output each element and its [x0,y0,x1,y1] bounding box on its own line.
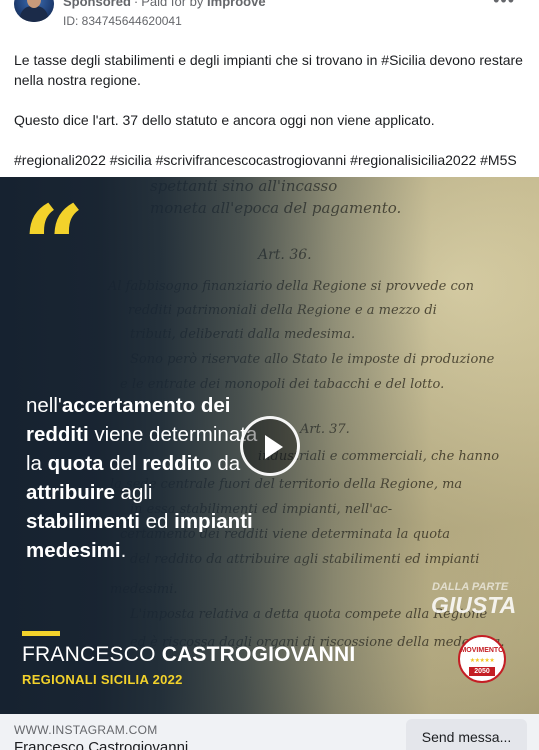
quote-segment: redditi [26,423,89,446]
quote-segment: quota [47,452,104,475]
link-footer[interactable]: WWW.INSTAGRAM.COM Francesco Castrogiovan… [0,714,539,750]
candidate-name: FRANCESCO CASTROGIOVANNI [22,643,355,667]
post-paragraph-2: Questo dice l'art. 37 dello statuto e an… [14,112,435,128]
payer-name[interactable]: Improove [207,0,266,9]
sponsored-label: Sponsored [63,0,131,9]
quote-segment: reddito [142,452,212,475]
link-title[interactable]: Francesco Castrogiovanni [14,739,188,750]
party-logo: MOVIMENTO ★★★★★ 2050 [458,635,506,683]
quote-mark-icon: “ [22,191,86,261]
quote-segment: da [211,452,241,475]
quote-segment: la [26,452,48,475]
quote-segment: ed [139,510,175,533]
quote-segment: impianti [174,510,253,533]
quote-line: stabilimenti ed impianti [26,507,326,536]
quote-segment: del [103,452,143,475]
post-paragraph-1: Le tasse degli stabilimenti e degli impi… [14,52,523,88]
quote-segment: agli [114,481,153,504]
quote-segment: medesimi [26,539,121,562]
play-icon[interactable] [240,416,300,476]
quote-segment: accertamento dei [61,394,231,417]
quote-segment: nell' [26,394,62,417]
party-logo-year: 2050 [469,667,495,676]
party-logo-text: MOVIMENTO [460,647,504,654]
quote-line: medesimi. [26,536,326,565]
post-hashtags[interactable]: #regionali2022 #sicilia #scrivifrancesco… [14,150,529,170]
more-options-icon[interactable]: ••• [493,0,515,11]
sponsored-line: Sponsored · Paid for by Improove [63,0,266,9]
election-label: REGIONALI SICILIA 2022 [22,672,183,687]
quote-line: nell'accertamento dei [26,391,326,420]
ad-id: ID: 834745644620041 [63,14,182,28]
avatar-body [20,6,48,22]
quote-segment: attribuire [26,481,115,504]
quote-line: attribuire agli [26,478,326,507]
candidate-first-name: FRANCESCO [22,643,156,666]
quote-segment: . [120,539,127,562]
accent-bar [22,631,60,636]
slogan-big: GIUSTA [431,592,517,618]
video-media[interactable]: spettanti sino all'incassomoneta all'epo… [0,177,539,714]
ad-header: Sponsored · Paid for by Improove ID: 83474… [0,0,539,36]
party-logo-stars: ★★★★★ [469,658,495,664]
link-domain: WWW.INSTAGRAM.COM [14,723,158,737]
paid-by-label: Paid for by [141,0,204,9]
quote-segment: stabilimenti [26,510,140,533]
candidate-last-name: CASTROGIOVANNI [161,643,356,666]
quote-segment: viene determinata [88,423,258,446]
send-message-button[interactable]: Send messa... [406,719,527,750]
advertiser-avatar[interactable] [14,0,54,22]
